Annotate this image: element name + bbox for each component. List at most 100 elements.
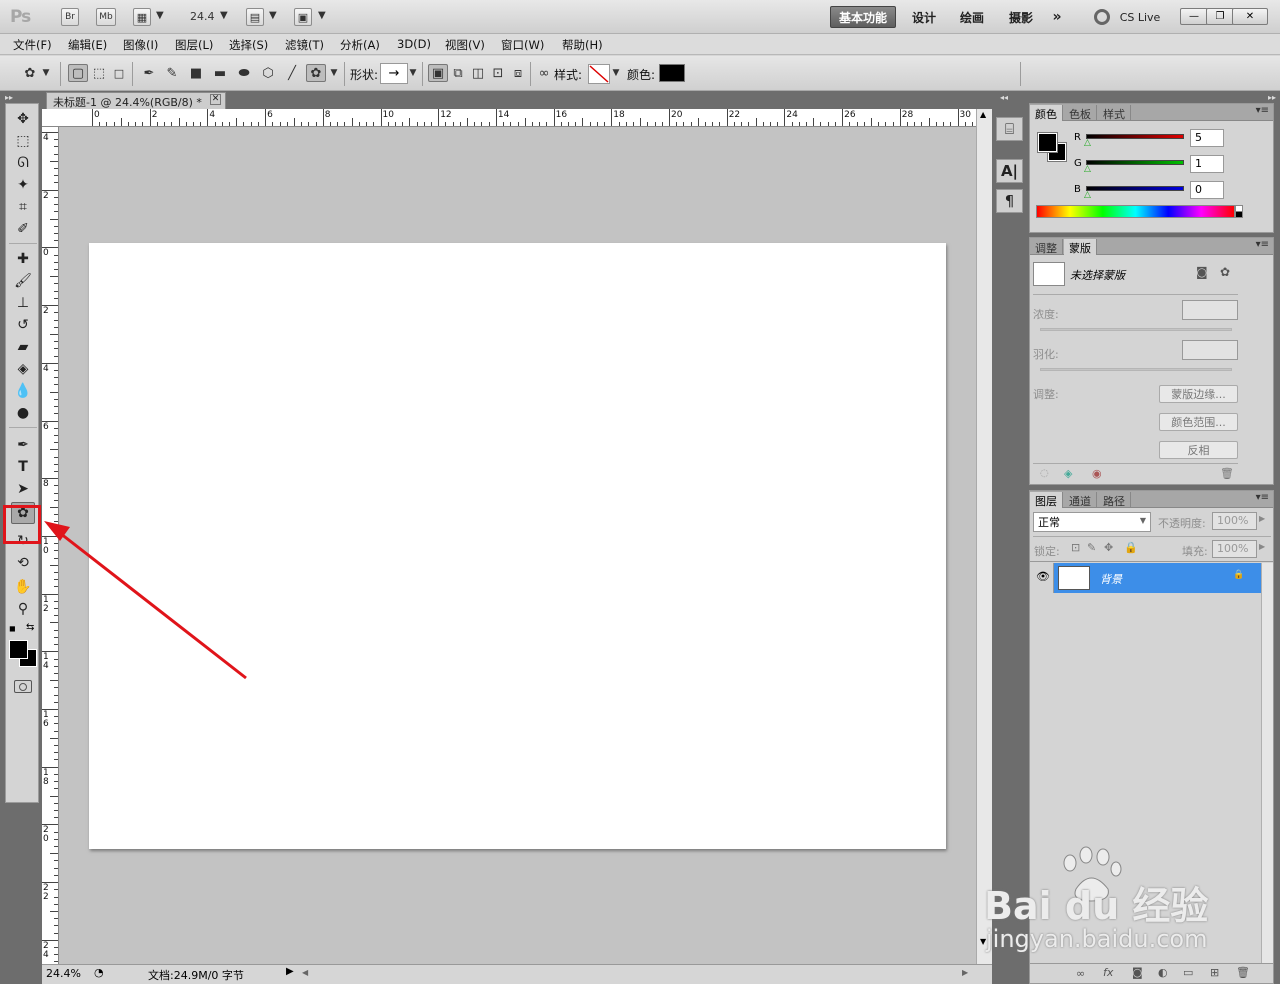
bridge-button[interactable]: Br [61, 8, 79, 26]
lock-image-icon[interactable]: ✎ [1087, 541, 1096, 554]
expand-dock-icon[interactable]: ◂◂ [1000, 93, 1008, 102]
blur-tool-icon[interactable]: 💧 [11, 380, 35, 402]
delete-layer-icon[interactable]: 🗑 [1236, 966, 1250, 979]
canvas-area[interactable] [59, 127, 976, 964]
scroll-right-icon[interactable]: ▶ [962, 968, 968, 977]
workspace-painting[interactable]: 绘画 [953, 6, 991, 28]
tab-adjustments[interactable]: 调整 [1030, 239, 1063, 255]
menu-layer[interactable]: 图层(L) [175, 37, 213, 53]
tab-swatches[interactable]: 色板 [1064, 105, 1097, 121]
brush-tool-icon[interactable]: 🖌 [11, 270, 35, 292]
paragraph-panel-icon[interactable]: ¶ [996, 189, 1023, 213]
panel-menu-icon[interactable]: ▾≡ [1256, 492, 1269, 503]
zoom-tool-icon[interactable]: ⚲ [11, 598, 35, 620]
menu-3d[interactable]: 3D(D) [397, 37, 431, 51]
dodge-tool-icon[interactable]: ● [11, 402, 35, 424]
density-slider[interactable] [1040, 328, 1232, 331]
document-canvas[interactable] [89, 243, 946, 849]
ellipse-shape-icon[interactable]: ⬬ [234, 64, 254, 82]
channel-slider[interactable] [1086, 160, 1184, 165]
status-menu-arrow-icon[interactable]: ▶ [286, 966, 294, 977]
color-spectrum[interactable] [1036, 205, 1235, 218]
color-range-button[interactable]: 颜色范围... [1159, 413, 1238, 431]
density-field[interactable] [1182, 300, 1238, 320]
quick-mask-icon[interactable] [14, 680, 32, 693]
invert-button[interactable]: 反相 [1159, 441, 1238, 459]
chevron-down-icon[interactable]: ▼ [156, 10, 164, 21]
more-workspaces-icon[interactable]: » [1046, 6, 1068, 28]
color-swatch[interactable] [659, 64, 685, 82]
subtract-shape-icon[interactable]: ◫ [468, 64, 488, 82]
menu-window[interactable]: 窗口(W) [501, 37, 544, 53]
cs-live-icon[interactable] [1094, 9, 1110, 25]
opacity-slider-arrow-icon[interactable]: ▶ [1259, 514, 1265, 523]
pen-tool-icon[interactable]: ✒ [11, 434, 35, 456]
chevron-down-icon[interactable]: ▼ [610, 64, 622, 82]
view-extras-icon[interactable]: ▦ [133, 8, 151, 26]
eraser-tool-icon[interactable]: ▰ [11, 336, 35, 358]
close-tab-icon[interactable]: ✕ [210, 94, 221, 105]
screen-mode-icon[interactable]: ▣ [294, 8, 312, 26]
rectangle-shape-icon[interactable]: ■ [186, 64, 206, 82]
chevron-down-icon[interactable]: ▼ [328, 64, 340, 82]
lasso-tool-icon[interactable]: ᘏ [11, 152, 35, 174]
foreground-color-swatch[interactable] [9, 640, 28, 659]
history-panel-icon[interactable]: ⌸ [996, 117, 1023, 141]
custom-shape-icon[interactable]: ✿ [306, 64, 326, 82]
disable-mask-icon[interactable]: ◉ [1092, 467, 1102, 480]
chevron-down-icon[interactable]: ▼ [269, 10, 277, 21]
exclude-shape-icon[interactable]: ⧈ [508, 64, 528, 82]
slider-handle-icon[interactable]: △ [1084, 164, 1091, 174]
character-panel-icon[interactable]: A| [996, 159, 1023, 183]
scroll-left-icon[interactable]: ◀ [302, 968, 308, 977]
menu-edit[interactable]: 编辑(E) [68, 37, 107, 53]
workspace-photography[interactable]: 摄影 [1002, 6, 1040, 28]
swap-colors-icon[interactable]: ⇆ [26, 622, 34, 633]
layer-style-button[interactable]: fx [1103, 966, 1113, 979]
link-layers-icon[interactable]: ∞ [1076, 967, 1085, 980]
line-shape-icon[interactable]: ╱ [282, 64, 302, 82]
marquee-tool-icon[interactable]: ⬚ [11, 130, 35, 152]
quick-selection-tool-icon[interactable]: ✦ [11, 174, 35, 196]
hand-tool-icon[interactable]: ✋ [11, 576, 35, 598]
lock-transparent-icon[interactable]: ⊡ [1071, 541, 1080, 554]
add-to-shape-icon[interactable]: ⧉ [448, 64, 468, 82]
new-layer-mode-icon[interactable]: ▣ [428, 64, 448, 82]
eyedropper-tool-icon[interactable]: ✐ [11, 218, 35, 240]
link-icon[interactable]: ∞ [534, 64, 554, 82]
apply-mask-icon[interactable]: ◈ [1064, 467, 1072, 480]
scroll-up-icon[interactable]: ▲ [980, 110, 986, 119]
close-button[interactable]: ✕ [1232, 8, 1268, 25]
chevron-down-icon[interactable]: ▼ [407, 64, 419, 82]
shape-picker[interactable]: → [380, 63, 408, 84]
intersect-shape-icon[interactable]: ⊡ [488, 64, 508, 82]
panel-menu-icon[interactable]: ▾≡ [1256, 239, 1269, 250]
layer-row[interactable]: 👁 背景 🔒 [1032, 563, 1261, 593]
workspace-essentials[interactable]: 基本功能 [830, 6, 896, 28]
fill-field[interactable]: 100% [1212, 540, 1257, 558]
slider-handle-icon[interactable]: △ [1084, 190, 1091, 200]
menu-view[interactable]: 视图(V) [445, 37, 485, 53]
channel-slider[interactable] [1086, 134, 1184, 139]
move-tool-icon[interactable]: ✥ [11, 108, 35, 130]
layers-scrollbar[interactable] [1261, 563, 1273, 963]
mask-edge-button[interactable]: 蒙版边缘... [1159, 385, 1238, 403]
feather-slider[interactable] [1040, 368, 1232, 371]
fill-pixels-mode-icon[interactable]: □ [109, 64, 129, 82]
panel-menu-icon[interactable]: ▾≡ [1256, 105, 1269, 116]
add-vector-mask-icon[interactable]: ✿ [1220, 265, 1230, 279]
vertical-scrollbar[interactable]: ▲ ▼ [976, 109, 992, 964]
minibridge-button[interactable]: Mb [96, 8, 116, 26]
chevron-down-icon[interactable]: ▼ [220, 10, 228, 21]
add-mask-icon[interactable]: ◙ [1132, 966, 1143, 979]
tab-color[interactable]: 颜色 [1030, 105, 1063, 121]
tab-masks[interactable]: 蒙版 [1064, 239, 1097, 255]
paint-bucket-tool-icon[interactable]: ◈ [11, 358, 35, 380]
crop-tool-icon[interactable]: ⌗ [11, 196, 35, 218]
channel-value-field[interactable]: 5 [1190, 129, 1224, 147]
collapse-icon[interactable]: ▸▸ [5, 93, 13, 102]
channel-value-field[interactable]: 0 [1190, 181, 1224, 199]
tab-paths[interactable]: 路径 [1098, 492, 1131, 508]
custom-shape-tool-preset-icon[interactable]: ✿ [20, 64, 40, 82]
tab-channels[interactable]: 通道 [1064, 492, 1097, 508]
